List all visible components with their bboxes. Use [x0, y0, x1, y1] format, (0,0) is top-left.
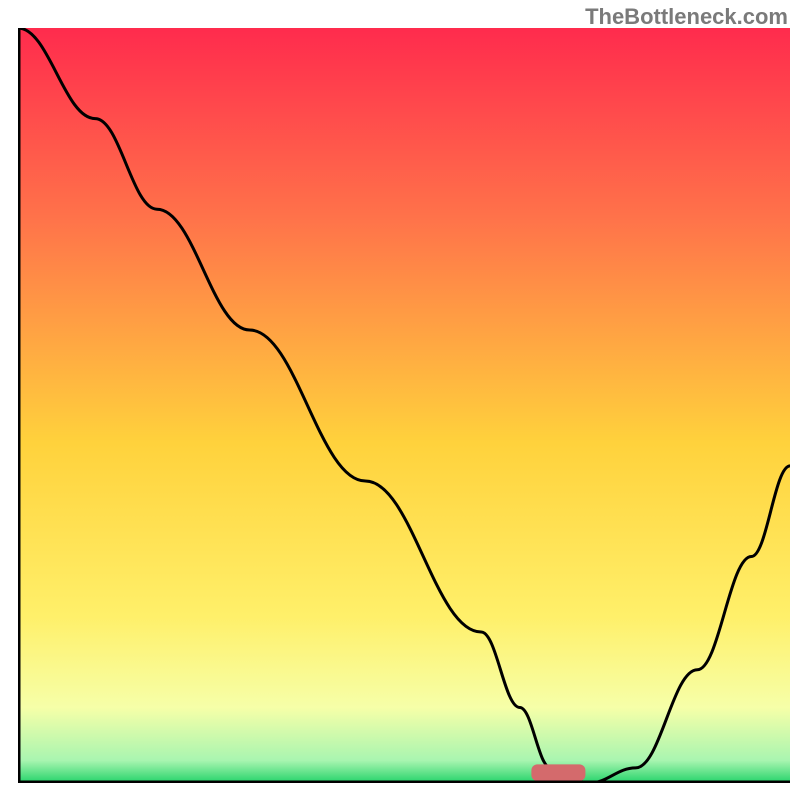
- optimal-marker: [531, 764, 585, 781]
- gradient-background: [18, 28, 790, 783]
- chart-container: TheBottleneck.com: [0, 0, 800, 800]
- plot-area: [18, 28, 790, 783]
- chart-svg: [18, 28, 790, 783]
- watermark-text: TheBottleneck.com: [585, 4, 788, 30]
